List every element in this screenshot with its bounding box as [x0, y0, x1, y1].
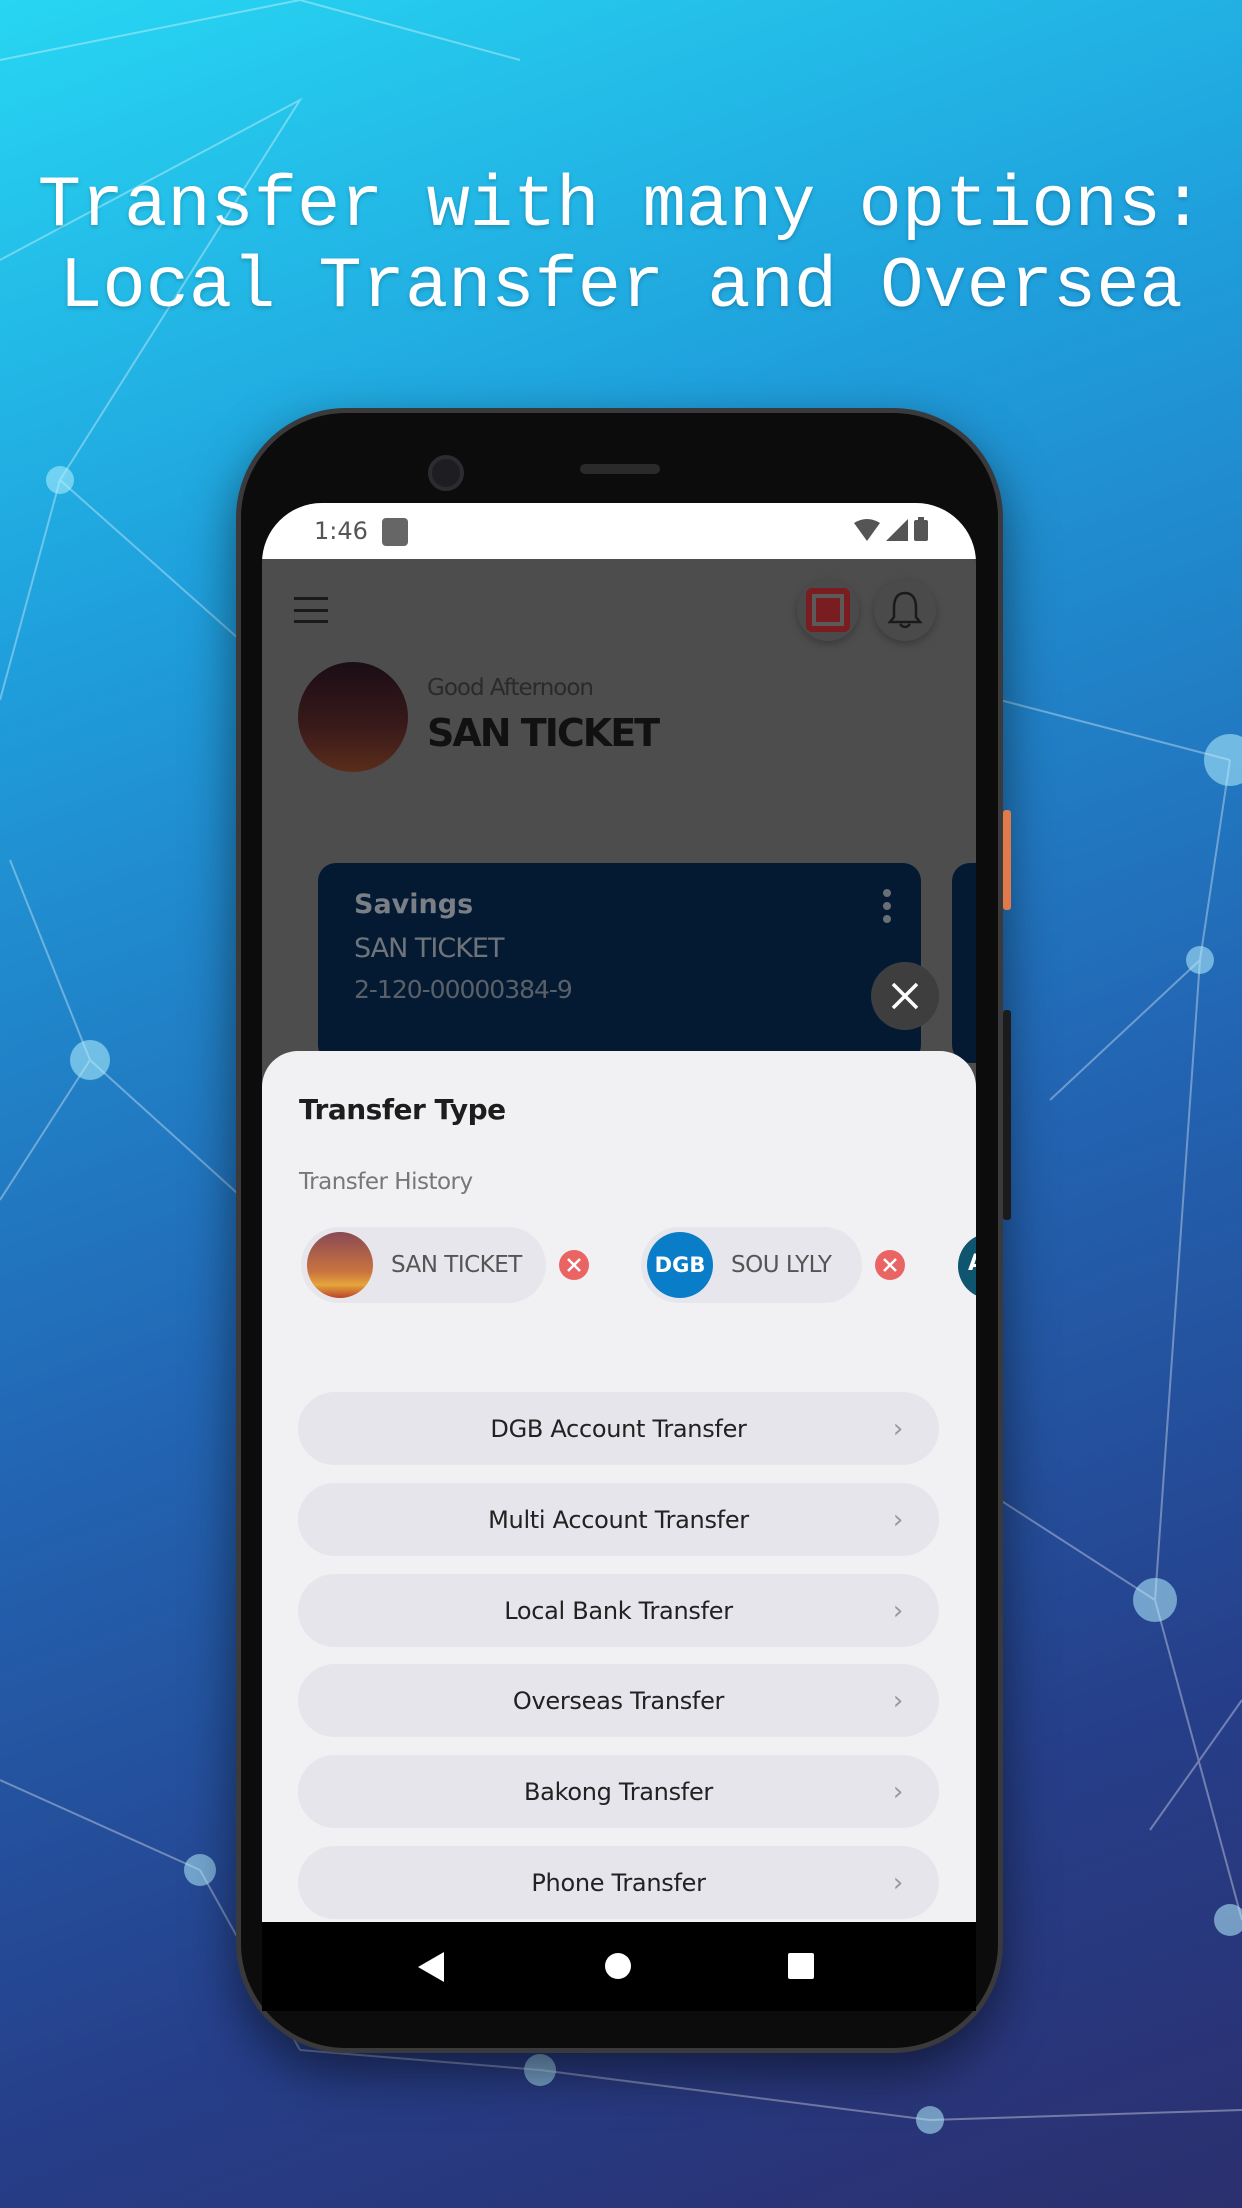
wifi-icon [854, 519, 880, 541]
option-label: Multi Account Transfer [488, 1505, 749, 1534]
earpiece-speaker [580, 464, 660, 474]
history-name: SOU LYLY [731, 1252, 832, 1278]
back-icon[interactable] [418, 1952, 446, 1982]
option-phone-transfer[interactable]: Phone Transfer › [298, 1846, 939, 1919]
history-chip[interactable]: DGB SOU LYLY [641, 1227, 862, 1303]
android-nav-bar [262, 1922, 976, 2011]
chevron-right-icon: › [892, 1596, 903, 1626]
option-label: Phone Transfer [531, 1868, 706, 1897]
power-button [1003, 810, 1011, 910]
volume-button [1003, 1010, 1011, 1220]
transfer-history-title: Transfer History [299, 1169, 473, 1195]
transfer-type-sheet: Transfer Type Transfer History SAN TICKE… [262, 1051, 976, 1979]
chevron-right-icon: › [892, 1777, 903, 1807]
option-local-bank-transfer[interactable]: Local Bank Transfer › [298, 1574, 939, 1647]
chevron-right-icon: › [892, 1414, 903, 1444]
option-overseas-transfer[interactable]: Overseas Transfer › [298, 1664, 939, 1737]
chevron-right-icon: › [892, 1686, 903, 1716]
option-label: DGB Account Transfer [490, 1414, 747, 1443]
option-multi-account-transfer[interactable]: Multi Account Transfer › [298, 1483, 939, 1556]
option-label: Overseas Transfer [512, 1686, 725, 1715]
notification-icon [382, 518, 408, 546]
chevron-right-icon: › [892, 1868, 903, 1898]
account-type: Savings [354, 889, 474, 920]
history-avatar [307, 1232, 373, 1298]
scan-icon [806, 588, 850, 632]
user-name: SAN TICKET [427, 711, 660, 755]
close-icon [883, 1258, 897, 1272]
greeting-text: Good Afternoon [427, 675, 594, 701]
user-avatar[interactable] [298, 662, 408, 772]
close-sheet-button[interactable] [871, 962, 939, 1030]
history-chip[interactable]: SAN TICKET [301, 1227, 546, 1303]
option-label: Bakong Transfer [524, 1777, 713, 1806]
bell-icon [887, 591, 923, 629]
menu-icon[interactable] [294, 597, 328, 623]
close-icon [567, 1258, 581, 1272]
history-avatar: DGB [647, 1232, 713, 1298]
front-camera [428, 455, 464, 491]
more-options-icon[interactable] [883, 889, 891, 923]
sheet-title: Transfer Type [299, 1093, 506, 1126]
account-number: 2-120-00000384-9 [354, 975, 573, 1004]
remove-history-button[interactable] [875, 1250, 905, 1280]
option-bakong-transfer[interactable]: Bakong Transfer › [298, 1755, 939, 1828]
phone-screen: 1:46 Good Afternoon SAN TICKET Savings S… [262, 503, 976, 2011]
history-name: SAN TICKET [391, 1252, 522, 1278]
close-icon [891, 982, 919, 1010]
history-avatar-partial[interactable]: A [958, 1233, 976, 1299]
recents-icon[interactable] [788, 1953, 814, 1979]
scan-qr-button[interactable] [797, 579, 859, 641]
option-dgb-account-transfer[interactable]: DGB Account Transfer › [298, 1392, 939, 1465]
account-card[interactable]: Savings SAN TICKET 2-120-00000384-9 [318, 863, 921, 1063]
status-bar: 1:46 [262, 503, 976, 559]
signal-icon [886, 519, 908, 541]
account-holder: SAN TICKET [354, 933, 504, 964]
remove-history-button[interactable] [559, 1250, 589, 1280]
status-time: 1:46 [314, 517, 368, 545]
notifications-button[interactable] [874, 579, 936, 641]
headline-line-1: Transfer with many options: [37, 165, 1205, 247]
home-icon[interactable] [604, 1952, 632, 1980]
next-account-card[interactable] [952, 863, 976, 1063]
option-label: Local Bank Transfer [504, 1596, 733, 1625]
chevron-right-icon: › [892, 1505, 903, 1535]
battery-icon [914, 517, 928, 541]
headline-line-2: Local Transfer and Oversea [59, 246, 1183, 328]
